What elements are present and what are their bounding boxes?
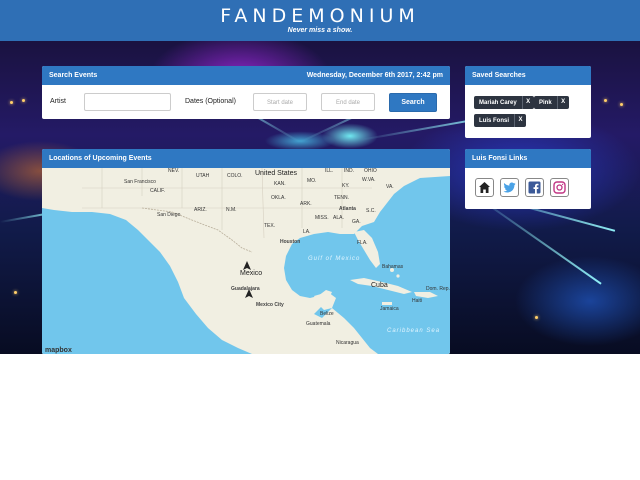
map-label-city: Atlanta (339, 206, 356, 212)
instagram-icon (553, 181, 566, 194)
home-link[interactable] (475, 178, 494, 197)
map-label-state: ARIZ. (194, 207, 207, 213)
map-label-state: COLO. (227, 173, 243, 179)
saved-searches-panel: Saved Searches Mariah Carey X Pink X Lui… (465, 66, 591, 138)
end-date-input[interactable]: End date (321, 93, 375, 111)
map-label-state: N.M. (226, 207, 237, 213)
stage-light (604, 99, 607, 102)
map-label-city: Houston (280, 239, 301, 245)
search-button[interactable]: Search (389, 93, 437, 112)
stage-light (535, 316, 538, 319)
saved-search-tag[interactable]: Luis Fonsi X (474, 114, 526, 127)
map-label-state: ARK. (300, 201, 312, 207)
event-marker-icon[interactable] (242, 261, 252, 271)
map-label-state: VA. (386, 184, 394, 190)
stage-light (620, 103, 623, 106)
map-label-country: Cuba (371, 282, 388, 289)
map-label-state: S.C. (366, 208, 376, 214)
map-label-state: W.VA. (362, 177, 376, 183)
dates-label: Dates (Optional) (185, 98, 236, 105)
saved-search-label[interactable]: Luis Fonsi (474, 118, 514, 124)
map-panel-title: Locations of Upcoming Events (49, 155, 152, 162)
event-marker-icon[interactable] (244, 289, 254, 299)
search-panel-title: Search Events (49, 72, 98, 79)
saved-search-label[interactable]: Pink (534, 100, 557, 106)
map-panel: Locations of Upcoming Events United Stat… (42, 149, 450, 354)
current-date: Wednesday, December 6th 2017, 2:42 pm (306, 72, 443, 79)
map-label-state: NEV. (168, 168, 180, 174)
map-label-city: Mexico City (256, 302, 284, 308)
map-label-state: MO. (307, 178, 317, 184)
links-panel-title: Luis Fonsi Links (472, 155, 528, 162)
map-label-sea: Gulf of Mexico (308, 256, 361, 262)
map-label-state: FLA. (357, 240, 368, 246)
map-label-country: Jamaica (380, 306, 399, 312)
start-date-input[interactable]: Start date (253, 93, 307, 111)
map-label-country: Dom. Rep. (426, 286, 450, 292)
map-label-country: Mexico (240, 270, 263, 277)
map-label-state: LA. (303, 229, 311, 235)
facebook-icon (528, 181, 541, 194)
map-label-state: TEX. (264, 223, 276, 229)
map-label-state: MISS. (315, 215, 329, 221)
map-label-city: San Diego (157, 212, 181, 218)
map-panel-header: Locations of Upcoming Events (42, 149, 450, 168)
map-label-state: KAN. (274, 181, 286, 187)
saved-panel-header: Saved Searches (465, 66, 591, 85)
artist-input[interactable] (84, 93, 171, 111)
app-header: FANDEMONIUM Never miss a show. (0, 0, 640, 41)
map-label-state: IND. (344, 168, 354, 174)
remove-tag-button[interactable]: X (556, 96, 569, 109)
map-label-country: Belize (320, 311, 334, 317)
saved-search-label[interactable]: Mariah Carey (474, 100, 522, 106)
facebook-link[interactable] (525, 178, 544, 197)
map-label-country: Haiti (412, 298, 423, 304)
search-panel-header: Search Events Wednesday, December 6th 20… (42, 66, 450, 85)
saved-panel-title: Saved Searches (472, 72, 526, 79)
brand-logo[interactable]: FANDEMONIUM (0, 5, 640, 27)
stage-light (22, 99, 25, 102)
map-label-state: TENN. (334, 195, 349, 201)
remove-tag-button[interactable]: X (521, 96, 534, 109)
map-label-state: KY. (342, 183, 350, 189)
map-label-country: Guatemala (306, 321, 331, 327)
events-map[interactable]: United States Mexico Cuba Gulf of Mexico… (42, 168, 450, 354)
search-events-panel: Search Events Wednesday, December 6th 20… (42, 66, 450, 119)
twitter-link[interactable] (500, 178, 519, 197)
map-label-country: Bahamas (382, 264, 404, 270)
artist-label: Artist (50, 98, 66, 105)
home-icon (479, 182, 490, 193)
map-label-state: GA. (352, 219, 361, 225)
tagline: Never miss a show. (287, 27, 353, 34)
stage-light (14, 291, 17, 294)
map-label-state: OKLA. (271, 195, 286, 201)
stage-light (10, 101, 13, 104)
remove-tag-button[interactable]: X (514, 114, 526, 127)
map-label-country: United States (255, 170, 298, 177)
map-label-city: San Francisco (124, 179, 156, 185)
map-label-state: ALA. (333, 215, 344, 221)
artist-links-panel: Luis Fonsi Links (465, 149, 591, 209)
map-label-state: ILL. (325, 168, 334, 174)
links-panel-header: Luis Fonsi Links (465, 149, 591, 168)
twitter-icon (503, 182, 516, 193)
instagram-link[interactable] (550, 178, 569, 197)
map-label-country: Nicaragua (336, 340, 359, 346)
map-label-state: OHIO (364, 168, 377, 174)
saved-search-tag[interactable]: Mariah Carey X (474, 96, 534, 109)
saved-search-tag[interactable]: Pink X (534, 96, 569, 109)
map-label-state: UTAH (196, 173, 210, 179)
map-label-state: CALIF. (150, 188, 166, 194)
map-label-sea: Caribbean Sea (387, 328, 441, 334)
mapbox-attribution[interactable]: mapbox (45, 347, 72, 354)
